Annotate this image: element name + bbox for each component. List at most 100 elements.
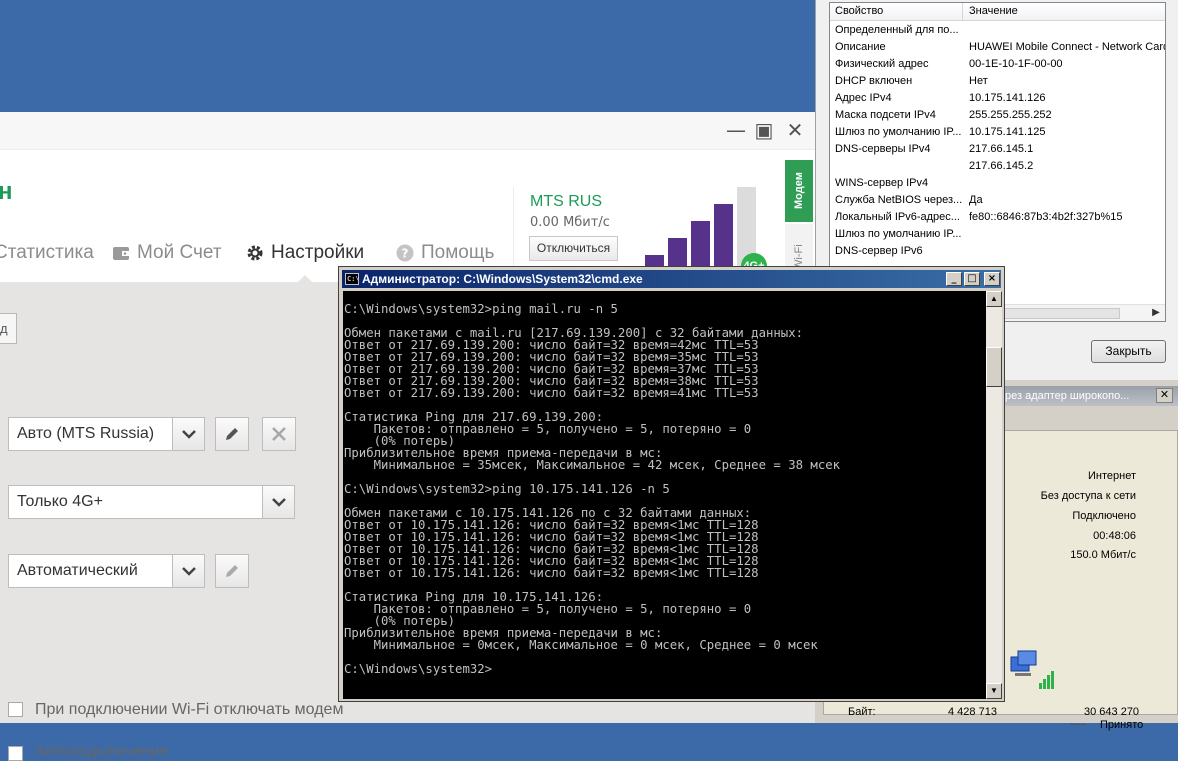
nav-item-help[interactable]: ? Помощь: [395, 242, 494, 264]
delete-profile-button[interactable]: [262, 417, 296, 451]
gear-icon: [247, 245, 263, 261]
edit-profile-button[interactable]: [215, 417, 249, 451]
autoconnect-label: Автоподключение: [35, 743, 169, 760]
cmd-title: Администратор: C:\Windows\System32\cmd.e…: [362, 272, 643, 286]
cmd-titlebar[interactable]: C:\ Администратор: C:\Windows\System32\c…: [342, 270, 1001, 288]
chevron-down-icon[interactable]: [262, 485, 295, 519]
tab-modem[interactable]: Модем: [785, 160, 813, 222]
chevron-down-icon[interactable]: [172, 554, 205, 588]
nav-item-label: Помощь: [421, 242, 495, 263]
table-row[interactable]: Адрес IPv4 10.175.141.126: [830, 90, 1165, 107]
activity-separator: [1070, 724, 1086, 725]
nav-item-label: Мой Счет: [137, 242, 222, 263]
nav-item-settings[interactable]: Настройки: [245, 242, 364, 264]
disconnect-button[interactable]: Отключиться: [529, 236, 618, 261]
minimize-button[interactable]: —: [725, 119, 747, 141]
table-row[interactable]: DHCP включен Нет: [830, 73, 1165, 90]
console-line: C:\Windows\system32>ping 10.175.141.126 …: [344, 482, 670, 496]
profile-select-value: Авто (MTS Russia): [17, 425, 155, 442]
pencil-icon: [226, 565, 238, 577]
table-row[interactable]: 217.66.145.2: [830, 158, 1165, 175]
close-dialog-button[interactable]: Закрыть: [1091, 340, 1166, 363]
band-select-value: Автоматический: [17, 562, 138, 579]
operator-name: MTS RUS: [530, 193, 602, 210]
column-header-property[interactable]: Свойство: [835, 5, 883, 17]
table-row[interactable]: Локальный IPv6-адрес... fe80::6846:87b3:4…: [830, 209, 1165, 226]
left-edge-button[interactable]: д: [0, 313, 17, 344]
nav-item-account[interactable]: Мой Счет: [111, 242, 222, 264]
status-media-state: Подключено: [1072, 510, 1136, 522]
property-value: 00-1E-10-1F-00-00: [969, 58, 1063, 70]
band-select[interactable]: Автоматический: [8, 554, 205, 588]
table-row[interactable]: Служба NetBIOS через... Да: [830, 192, 1165, 209]
autoconnect-checkbox[interactable]: [8, 746, 23, 761]
svg-text:?: ?: [402, 247, 409, 261]
property-value: 217.66.145.2: [969, 160, 1034, 172]
cmd-vertical-scrollbar[interactable]: ▲ ▼: [986, 291, 1002, 699]
table-row[interactable]: DNS-серверы IPv4 217.66.145.1: [830, 141, 1165, 158]
console-output[interactable]: C:\Windows\system32>ping mail.ru -n 5 Обм…: [343, 291, 986, 699]
status-ipv4-connectivity: Интернет: [1088, 470, 1136, 482]
bytes-sent-value: 4 428 713: [948, 706, 997, 718]
list-header: Свойство Значение: [830, 3, 1165, 21]
table-row[interactable]: Описание HUAWEI Mobile Connect - Network …: [830, 39, 1165, 56]
scroll-down-icon[interactable]: ▼: [986, 683, 1002, 699]
brand-logo-fragment: н: [0, 178, 13, 205]
profile-select[interactable]: Авто (MTS Russia): [8, 417, 205, 451]
console-icon: C:\: [345, 273, 360, 285]
bytes-received-value: 30 643 270: [1084, 706, 1140, 718]
table-row[interactable]: Шлюз по умолчанию IP...: [830, 226, 1165, 243]
network-mode-select[interactable]: Только 4G+: [8, 485, 295, 519]
table-row[interactable]: Определенный для по...: [830, 22, 1165, 39]
table-row[interactable]: WINS-сервер IPv4: [830, 175, 1165, 192]
property-name: Физический адрес: [835, 58, 929, 70]
help-icon: ?: [396, 244, 414, 262]
property-name: Определенный для по...: [835, 24, 959, 36]
status-close-button[interactable]: ✕: [1156, 388, 1173, 403]
property-name: Маска подсети IPv4: [835, 109, 936, 121]
bytes-label: Байт:: [848, 706, 876, 718]
modem-titlebar: — ▣ ✕: [0, 112, 815, 150]
maximize-button[interactable]: ▣: [753, 119, 775, 141]
console-line: Ответ от 217.69.139.200: число байт=32 в…: [344, 386, 759, 400]
wallet-icon: [113, 247, 129, 260]
property-value: 10.175.141.125: [969, 126, 1046, 138]
close-icon: [272, 427, 286, 441]
table-row[interactable]: Физический адрес 00-1E-10-1F-00-00: [830, 56, 1165, 73]
table-row[interactable]: Маска подсети IPv4 255.255.255.252: [830, 107, 1165, 124]
wifi-disconnect-checkbox[interactable]: [8, 702, 23, 717]
status-ipv6-connectivity: Без доступа к сети: [1040, 490, 1136, 502]
operator-speed: 0.00 Мбит/с: [530, 215, 610, 230]
cmd-minimize-button[interactable]: _: [946, 272, 962, 286]
table-row[interactable]: Шлюз по умолчанию IP... 10.175.141.125: [830, 124, 1165, 141]
scroll-right-icon[interactable]: ▶: [1149, 306, 1163, 320]
property-value: 10.175.141.126: [969, 92, 1046, 104]
cmd-maximize-button[interactable]: □: [964, 272, 980, 286]
console-line: Ответ от 10.175.141.126: число байт=32 в…: [344, 566, 759, 580]
property-name: Служба NetBIOS через...: [835, 194, 963, 206]
console-line: Минимальное = 0мсек, Максимальное = 0 мс…: [344, 638, 818, 652]
network-mode-value: Только 4G+: [17, 493, 103, 510]
property-value: HUAWEI Mobile Connect - Network Card: [969, 41, 1166, 53]
status-duration: 00:48:06: [1093, 530, 1136, 542]
pencil-icon: [226, 428, 238, 440]
edit-band-button[interactable]: [215, 554, 249, 588]
property-value: Нет: [969, 75, 988, 87]
wifi-disconnect-label: При подключении Wi-Fi отключать модем: [35, 701, 344, 718]
scroll-up-icon[interactable]: ▲: [986, 291, 1002, 307]
property-name: Шлюз по умолчанию IP...: [835, 228, 962, 240]
console-line: C:\Windows\system32>: [344, 662, 493, 676]
status-dialog-title: рез адаптер широкопо...: [1005, 386, 1178, 406]
scrollbar-thumb[interactable]: [986, 347, 1002, 387]
desktop-background: [0, 0, 815, 112]
close-button[interactable]: ✕: [784, 119, 806, 141]
property-value: fe80::6846:87b3:4b2f:327b%15: [969, 211, 1123, 223]
chevron-down-icon[interactable]: [172, 417, 205, 451]
nav-item-statistics[interactable]: Статистика: [0, 242, 94, 264]
property-name: DNS-серверы IPv4: [835, 143, 931, 155]
column-header-value[interactable]: Значение: [969, 5, 1018, 17]
received-label: Принято: [1100, 719, 1144, 731]
table-row[interactable]: DNS-сервер IPv6: [830, 243, 1165, 260]
cmd-close-button[interactable]: ×: [984, 272, 1000, 286]
nav-item-label: Статистика: [0, 242, 94, 263]
